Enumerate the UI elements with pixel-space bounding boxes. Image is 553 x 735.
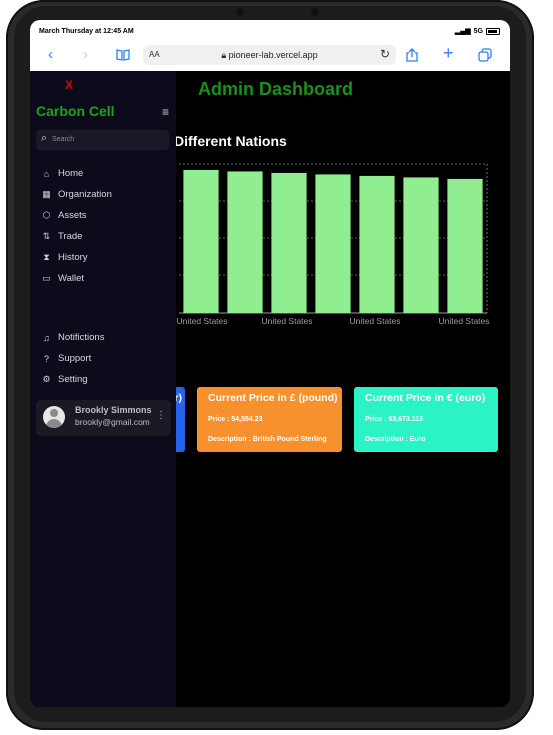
sidebar-item-trade[interactable]: ⇅ Trade xyxy=(41,231,83,242)
close-sidebar-button[interactable]: X xyxy=(65,78,73,92)
hourglass-icon: ⧗ xyxy=(43,252,50,262)
search-input[interactable]: ⌕ Search xyxy=(36,130,169,150)
sidebar-item-label: Trade xyxy=(58,231,83,242)
sidebar-item-support[interactable]: ? Support xyxy=(41,353,91,364)
sidebar-item-label: Notifictions xyxy=(58,332,105,343)
url-value: pioneer-lab.vercel.app xyxy=(228,50,318,60)
forward-icon[interactable]: › xyxy=(83,46,88,64)
card-title: Current Price in £ (pound) xyxy=(208,392,338,404)
price-card-pound[interactable]: Current Price in £ (pound) Price : 54,55… xyxy=(197,387,342,452)
sidebar-item-home[interactable]: ⌂ Home xyxy=(41,168,84,179)
search-icon: ⌕ xyxy=(41,132,48,144)
x-tick-label: United States xyxy=(261,316,312,326)
card-description: Description : Euro xyxy=(365,436,426,443)
sensor-icon xyxy=(311,8,319,16)
browser-toolbar: ‹ › AA 🔒︎ pioneer-lab.vercel.app ↻ + xyxy=(30,40,510,72)
more-options-icon[interactable]: ⋮ xyxy=(156,410,166,421)
sidebar-item-label: Support xyxy=(58,353,92,364)
page-title: Admin Dashboard xyxy=(198,79,354,99)
x-tick-label: United States xyxy=(176,316,227,326)
hamburger-menu-icon[interactable]: ≡ xyxy=(162,105,169,119)
address-bar[interactable]: AA 🔒︎ pioneer-lab.vercel.app ↻ xyxy=(143,45,396,65)
card-price: Price : 63,673.113 xyxy=(365,416,423,423)
chart-bar-2 xyxy=(271,172,307,313)
lock-icon: 🔒︎ xyxy=(221,50,227,60)
price-card-euro[interactable]: Current Price in € (euro) Price : 63,673… xyxy=(354,387,498,452)
card-price: Price : 54,554.23 xyxy=(208,416,263,423)
camera-icon xyxy=(236,8,244,16)
card-title: Current Price in € (euro) xyxy=(365,392,486,404)
chart-title: Different Nations xyxy=(174,133,287,149)
sidebar-item-setting[interactable]: ⚙ Setting xyxy=(41,374,88,385)
bell-icon: ♫ xyxy=(43,332,50,343)
profile-name: Brookly Simmons xyxy=(75,405,152,415)
x-tick-label: United States xyxy=(438,316,489,326)
x-tick-label: United States xyxy=(349,316,400,326)
bookmarks-icon[interactable] xyxy=(116,48,130,66)
sidebar-item-label: Setting xyxy=(58,374,88,385)
chart-bar-0 xyxy=(183,169,219,313)
page-content: Admin Dashboard Different Nations United… xyxy=(30,71,510,707)
chart-bar-5 xyxy=(403,177,439,313)
gear-icon: ⚙ xyxy=(42,374,51,384)
cube-icon: ⬡ xyxy=(42,210,51,220)
sidebar-item-notifications[interactable]: ♫ Notifictions xyxy=(41,332,104,343)
tabs-icon[interactable] xyxy=(478,48,492,67)
sidebar-item-label: Assets xyxy=(58,210,87,221)
search-placeholder: Search xyxy=(52,136,75,143)
network-label: 5G xyxy=(473,27,483,35)
chart-bar-1 xyxy=(227,171,263,313)
building-icon: ▦ xyxy=(42,189,51,199)
back-icon[interactable]: ‹ xyxy=(48,46,53,64)
wallet-icon: ▭ xyxy=(42,273,51,283)
sidebar-item-label: Wallet xyxy=(58,273,85,284)
help-icon: ? xyxy=(43,353,49,364)
home-icon: ⌂ xyxy=(43,168,50,179)
signal-icon: ▂▄▆ xyxy=(454,28,471,35)
chart-tick-labels: United States United States United States U… xyxy=(176,316,489,326)
chart-bars xyxy=(183,169,483,313)
chart-bar-3 xyxy=(315,174,351,313)
new-tab-icon[interactable]: + xyxy=(443,44,454,62)
share-icon[interactable] xyxy=(406,48,418,67)
sidebar-item-assets[interactable]: ⬡ Assets xyxy=(41,210,87,221)
card-description: Description : British Pound Sterling xyxy=(208,436,327,443)
brand-logo: Carbon Cell xyxy=(36,103,115,119)
sidebar-item-label: Organization xyxy=(58,189,112,200)
reload-icon[interactable]: ↻ xyxy=(380,47,390,61)
swap-icon: ⇅ xyxy=(42,231,51,241)
user-profile[interactable]: Brookly Simmons brookly@gmail.com ⋮ xyxy=(36,400,171,436)
status-time: March Thursday at 12:45 AM xyxy=(39,28,134,35)
sidebar-item-organization[interactable]: ▦ Organization xyxy=(41,189,112,200)
status-bar: March Thursday at 12:45 AM ▂▄▆ 5G xyxy=(30,20,510,40)
url-text: 🔒︎ pioneer-lab.vercel.app xyxy=(143,50,396,61)
sidebar: X Carbon Cell ≡ ⌕ Search ⌂ Home ▦ Organi… xyxy=(30,71,176,707)
sidebar-item-wallet[interactable]: ▭ Wallet xyxy=(41,273,84,284)
chart-bar-6 xyxy=(447,178,483,313)
sidebar-item-label: Home xyxy=(58,168,84,179)
battery-icon xyxy=(486,27,500,35)
avatar xyxy=(43,406,65,428)
profile-email: brookly@gmail.com xyxy=(75,417,150,427)
status-right: ▂▄▆ 5G xyxy=(455,27,500,35)
sidebar-item-label: History xyxy=(58,252,88,263)
screen: March Thursday at 12:45 AM ▂▄▆ 5G ‹ › AA… xyxy=(30,20,510,707)
sidebar-item-history[interactable]: ⧗ History xyxy=(41,252,88,263)
chart-bar-4 xyxy=(359,175,395,313)
